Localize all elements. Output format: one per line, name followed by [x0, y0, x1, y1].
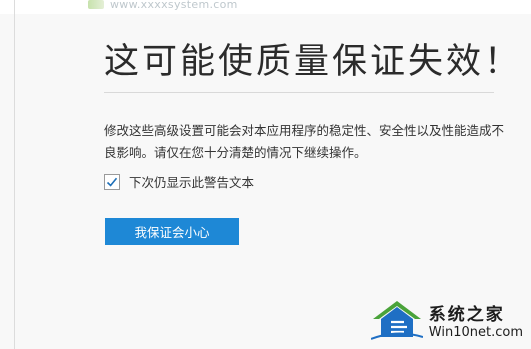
- watermark-brand: 系统之家: [428, 305, 505, 325]
- watermark: 系统之家 Win10net.com: [370, 297, 523, 341]
- show-warning-checkbox[interactable]: [104, 173, 120, 190]
- site-logo-icon: [88, 0, 104, 9]
- site-logo-text: www.xxxxsystem.com: [110, 0, 238, 11]
- top-strip: [0, 0, 531, 14]
- show-warning-checkbox-row[interactable]: 下次仍显示此警告文本: [104, 172, 254, 191]
- left-border: [14, 0, 15, 349]
- page-title: 这可能使质量保证失效！: [104, 42, 523, 82]
- watermark-url: Win10net.com: [428, 325, 523, 340]
- warning-message: 修改这些高级设置可能会对本应用程序的稳定性、安全性以及性能造成不良影响。请仅在您…: [104, 123, 505, 160]
- checkmark-icon: [106, 177, 118, 187]
- promise-careful-button[interactable]: 我保证会小心: [105, 218, 239, 245]
- house-logo-icon: [370, 301, 423, 340]
- show-warning-checkbox-label[interactable]: 下次仍显示此警告文本: [129, 172, 254, 191]
- title-divider: [104, 92, 494, 93]
- site-logo: www.xxxxsystem.com: [88, 0, 238, 11]
